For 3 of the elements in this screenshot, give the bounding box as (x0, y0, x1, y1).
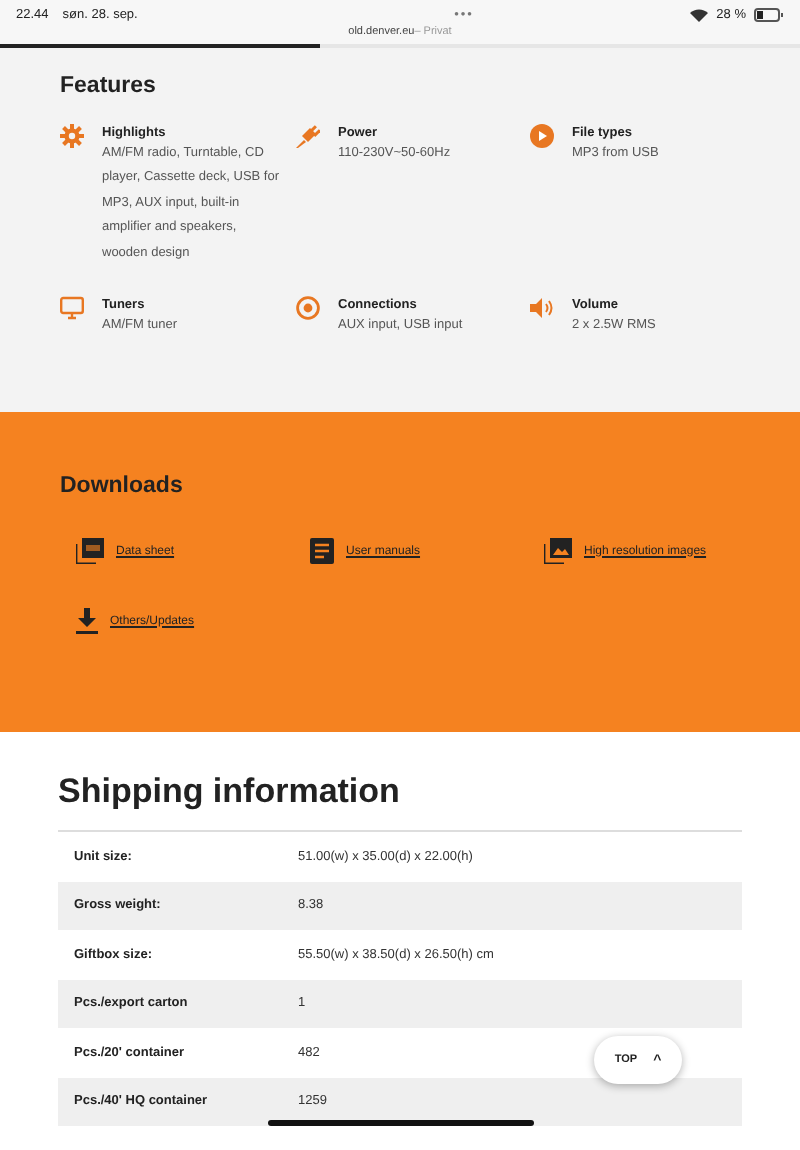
section-title: Features (60, 74, 158, 98)
section-title: Downloads (60, 474, 185, 498)
section-title: Shipping information (58, 772, 402, 812)
